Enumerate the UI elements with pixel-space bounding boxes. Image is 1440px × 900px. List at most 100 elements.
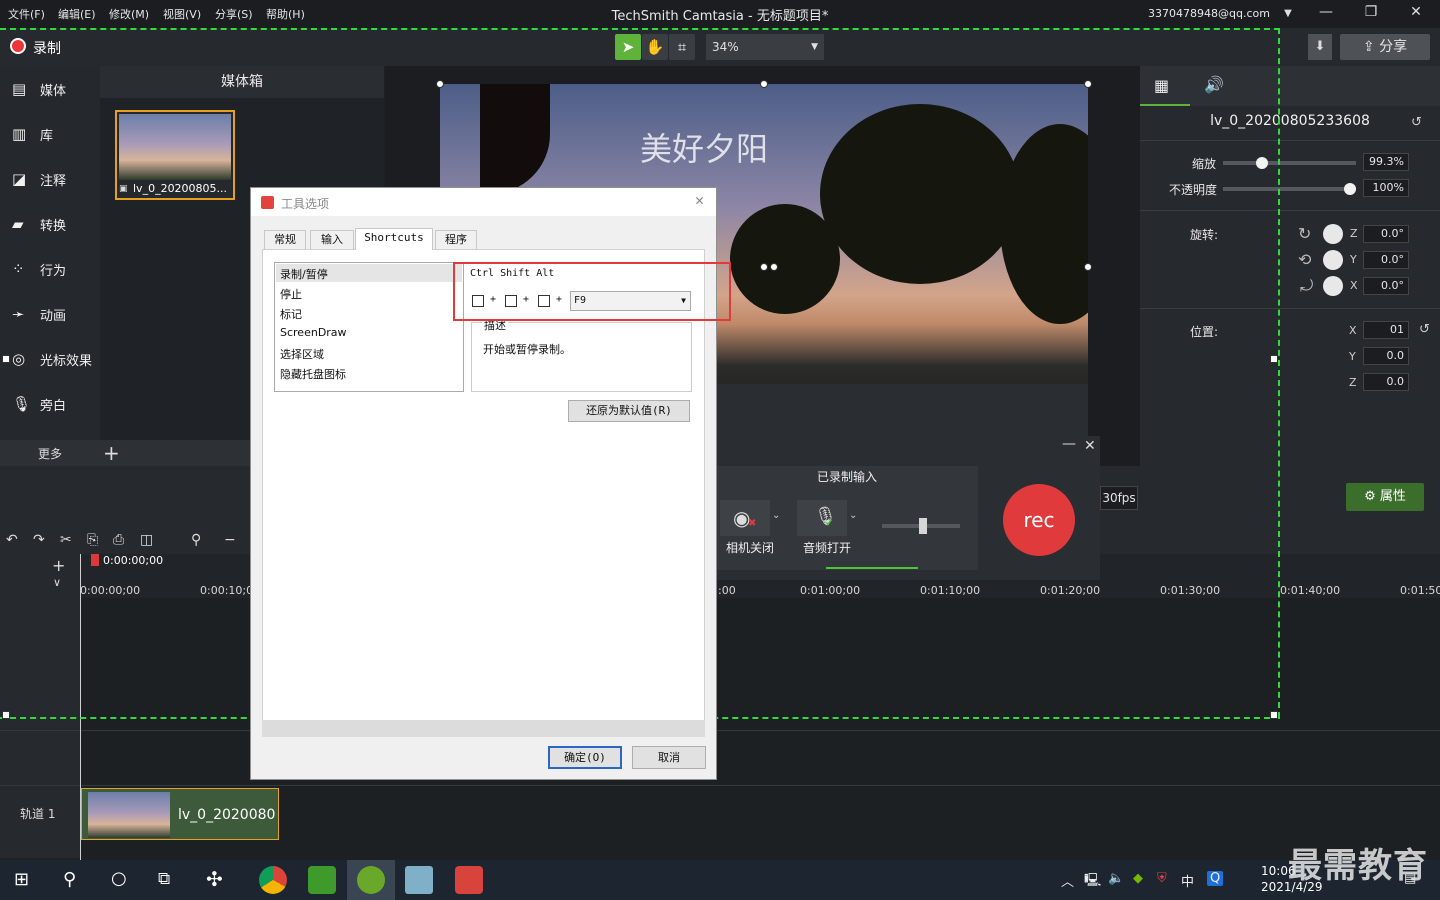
zoom-icon[interactable]: ⚲ xyxy=(191,532,201,548)
add-track-icon[interactable]: + xyxy=(52,556,65,575)
chrome-icon[interactable] xyxy=(259,866,287,894)
scale-value[interactable]: 99.3% xyxy=(1363,153,1409,171)
microphone-toggle[interactable]: 🎙 ✔ xyxy=(797,500,847,536)
tab-program[interactable]: 程序 xyxy=(435,230,477,249)
close-icon[interactable]: ✕ xyxy=(1406,4,1426,20)
microphone-options-icon[interactable]: ⌄ xyxy=(849,510,857,521)
restore-defaults-button[interactable]: 还原为默认值(R) xyxy=(568,400,690,422)
rotate-handle[interactable] xyxy=(770,263,778,271)
sidebar-item-voice-narration[interactable]: 🎙 旁白 xyxy=(0,381,100,426)
recording-area-handle[interactable] xyxy=(1270,711,1278,719)
pinwheel-app-icon[interactable]: ✣ xyxy=(206,867,223,891)
sidebar-item-behaviors[interactable]: ⁘ 行为 xyxy=(0,246,100,291)
split-icon[interactable]: ◫ xyxy=(140,532,153,548)
user-email[interactable]: 3370478948@qq.com xyxy=(1148,7,1270,20)
media-thumbnail[interactable]: ▣ lv_0_20200805... xyxy=(115,110,235,200)
opacity-slider-knob[interactable] xyxy=(1344,183,1356,195)
camera-options-icon[interactable]: ⌄ xyxy=(772,510,780,521)
rotation-x-value[interactable]: 0.0° xyxy=(1363,277,1409,295)
scale-slider[interactable] xyxy=(1223,161,1356,165)
download-icon[interactable]: ⬇ xyxy=(1308,34,1332,60)
more-button[interactable]: 更多 xyxy=(38,445,62,462)
restore-icon[interactable]: ❐ xyxy=(1361,4,1381,20)
reset-position-icon[interactable]: ↺ xyxy=(1419,322,1430,337)
resize-handle[interactable] xyxy=(436,80,444,88)
volume-icon[interactable]: 🔈 xyxy=(1108,871,1124,886)
sidebar-item-library[interactable]: ▥ 库 xyxy=(0,111,100,156)
qq-icon[interactable]: Q xyxy=(1207,871,1224,886)
recording-area-handle[interactable] xyxy=(1270,355,1278,363)
windows-start-icon[interactable]: ⊞ xyxy=(14,869,29,890)
zoom-out-icon[interactable]: − xyxy=(224,532,236,548)
sidebar-item-cursor-effects[interactable]: ◎ 光标效果 xyxy=(0,336,100,381)
search-icon[interactable]: ⚲ xyxy=(63,869,76,890)
rotate-y-dial[interactable] xyxy=(1323,250,1343,270)
paste-icon[interactable]: ⎙ xyxy=(113,532,124,548)
redo-icon[interactable]: ↷ xyxy=(33,532,45,548)
camera-toggle[interactable]: ◉ ✖ xyxy=(720,500,770,536)
network-icon[interactable]: 🖳 xyxy=(1084,871,1101,893)
copy-icon[interactable]: ⎘ xyxy=(87,532,98,548)
recording-area-handle[interactable] xyxy=(2,711,10,719)
crop-tool-icon[interactable]: ⌗ xyxy=(669,34,695,60)
list-item[interactable]: 隐藏托盘图标 xyxy=(280,366,346,382)
ime-indicator[interactable]: 中 xyxy=(1181,871,1194,890)
recording-area-handle[interactable] xyxy=(2,355,10,363)
record-button[interactable]: 录制 xyxy=(33,38,61,58)
sidebar-item-animations[interactable]: ➛ 动画 xyxy=(0,291,100,336)
shortcut-action-list[interactable]: 录制/暂停 停止 标记 ScreenDraw 选择区域 隐藏托盘图标 xyxy=(274,262,464,392)
sidebar-item-annotations[interactable]: ◪ 注释 xyxy=(0,156,100,201)
rotation-y-value[interactable]: 0.0° xyxy=(1363,251,1409,269)
record-icon[interactable] xyxy=(10,38,26,54)
position-z-value[interactable]: 0.0 xyxy=(1363,373,1409,391)
list-item[interactable]: 标记 xyxy=(280,306,302,322)
cortana-icon[interactable]: ○ xyxy=(111,868,127,889)
cancel-button[interactable]: 取消 xyxy=(632,746,706,769)
rec-button[interactable]: rec xyxy=(1003,484,1075,556)
pan-tool-icon[interactable]: ✋ xyxy=(642,34,668,60)
sidebar-item-media[interactable]: ▤ 媒体 xyxy=(0,66,100,111)
opacity-slider[interactable] xyxy=(1223,187,1356,191)
properties-button[interactable]: ⚙ 属性 xyxy=(1346,483,1424,511)
dialog-close-icon[interactable]: ✕ xyxy=(695,191,704,209)
task-view-icon[interactable]: ⧉ xyxy=(158,869,170,889)
zoom-select[interactable]: 34% ▼ xyxy=(706,34,824,60)
security-shield-icon[interactable]: ⛨ xyxy=(1157,871,1167,886)
resize-handle[interactable] xyxy=(760,80,768,88)
minimize-icon[interactable]: — xyxy=(1316,4,1336,20)
cut-icon[interactable]: ✂ xyxy=(60,532,72,548)
nvidia-icon[interactable]: ◆ xyxy=(1133,871,1143,886)
tab-shortcuts[interactable]: Shortcuts xyxy=(355,228,433,250)
account-dropdown-icon[interactable]: ▼ xyxy=(1278,8,1298,19)
playhead-marker[interactable] xyxy=(91,554,99,566)
resize-handle[interactable] xyxy=(1084,263,1092,271)
rotate-x-dial[interactable] xyxy=(1323,276,1343,296)
show-hidden-icons-icon[interactable]: ︿ xyxy=(1061,871,1074,890)
share-button[interactable]: ⇪ 分享 xyxy=(1340,34,1430,60)
camtasia-green-icon[interactable] xyxy=(308,866,336,894)
fps-badge[interactable]: 30fps xyxy=(1100,486,1138,510)
chevron-down-icon[interactable]: ∨ xyxy=(53,576,61,589)
audio-properties-icon[interactable]: 🔊 xyxy=(1204,75,1224,94)
list-item[interactable]: 录制/暂停 xyxy=(280,266,328,282)
rotation-z-value[interactable]: 0.0° xyxy=(1363,225,1409,243)
camtasia-recorder-icon[interactable] xyxy=(455,866,483,894)
select-tool-icon[interactable]: ➤ xyxy=(615,34,641,60)
ok-button[interactable]: 确定(O) xyxy=(548,746,622,769)
recorder-close-icon[interactable]: ✕ xyxy=(1084,438,1096,454)
melon-app-icon[interactable] xyxy=(357,866,385,894)
rotate-handle[interactable] xyxy=(760,263,768,271)
list-item[interactable]: 选择区域 xyxy=(280,346,324,362)
volume-slider-knob[interactable] xyxy=(919,518,927,534)
opacity-value[interactable]: 100% xyxy=(1363,179,1409,197)
list-item[interactable]: 停止 xyxy=(280,286,302,302)
sidebar-item-transitions[interactable]: ▰ 转换 xyxy=(0,201,100,246)
tab-inputs[interactable]: 输入 xyxy=(310,230,354,249)
visual-properties-icon[interactable]: ▦ xyxy=(1154,76,1169,95)
scale-slider-knob[interactable] xyxy=(1255,157,1268,169)
add-icon[interactable]: + xyxy=(103,441,120,465)
resize-handle[interactable] xyxy=(1084,80,1092,88)
notepad-app-icon[interactable] xyxy=(405,866,433,894)
video-caption[interactable]: 美好夕阳 xyxy=(640,124,768,170)
track-1-label[interactable]: 轨道 1 xyxy=(20,805,55,822)
